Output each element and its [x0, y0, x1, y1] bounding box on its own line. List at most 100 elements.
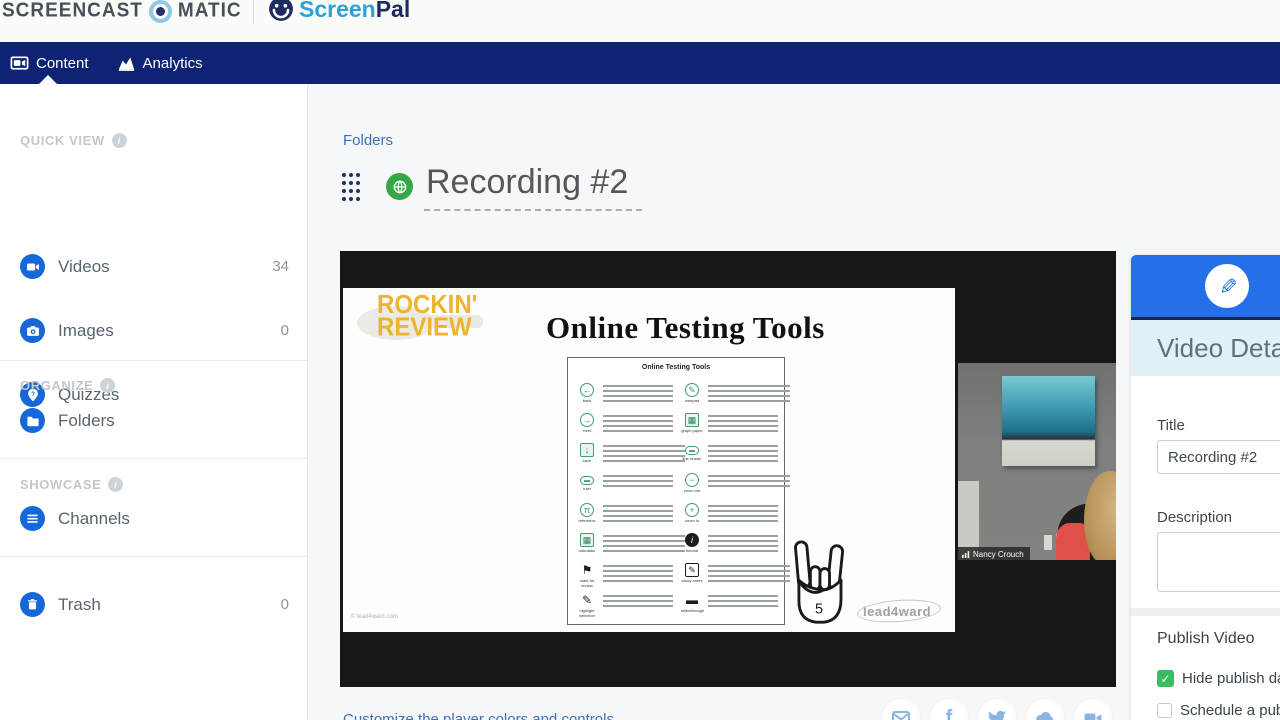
section-organize: ORGANIZE i	[20, 378, 116, 393]
breadcrumb-folders[interactable]: Folders	[343, 132, 393, 149]
schedule-publish-checkbox-row[interactable]: Schedule a publish	[1157, 702, 1280, 719]
email-icon[interactable]	[882, 699, 920, 720]
pen-icon: ✎	[581, 593, 593, 607]
tool-label: ruler	[582, 486, 591, 491]
facebook-icon[interactable]: f	[930, 699, 968, 720]
tool-label: tutorial	[685, 548, 698, 553]
tool-entry: i tutorial	[681, 530, 778, 560]
panel-details-card: Title Description	[1131, 376, 1280, 608]
rockin-review-logo: ROCKIN' REVIEW	[377, 290, 478, 342]
tool-description-lines	[708, 595, 778, 608]
tab-content-label: Content	[36, 54, 89, 72]
drag-handle[interactable]	[340, 171, 362, 203]
tool-entry: → next	[576, 410, 673, 440]
rock-hand-graphic: 5	[794, 540, 845, 624]
tool-entry: ▬ strikethrough	[681, 590, 778, 620]
save-box-icon: ↓	[580, 443, 594, 457]
video-icon	[20, 254, 45, 279]
signal-bars-icon	[962, 551, 970, 558]
sidebar-item-images[interactable]: Images 0	[0, 318, 307, 343]
zoom-out-icon: −	[685, 473, 699, 487]
tool-entry: ▦ graph paper	[681, 410, 778, 440]
sidebar-item-folders[interactable]: Folders	[0, 408, 307, 433]
note-square-icon: ✎	[685, 563, 699, 577]
tool-label: highlight selection	[579, 608, 595, 618]
main-navbar: Content Analytics	[0, 42, 1280, 84]
tool-entry: ▬ ruler	[576, 470, 673, 500]
slide-footnote: © lead4ward.com	[351, 614, 398, 620]
tab-analytics[interactable]: Analytics	[117, 54, 203, 73]
hide-publish-date-checkbox-row[interactable]: ✓ Hide publish date	[1157, 670, 1280, 687]
info-icon[interactable]: i	[111, 133, 127, 148]
tool-label: mark for review	[579, 578, 595, 588]
page-title[interactable]: Recording #2	[424, 163, 643, 211]
tool-description-lines	[708, 475, 791, 488]
share-icons-row: f	[882, 699, 1112, 720]
tool-label: save	[582, 458, 592, 463]
tool-entry: ▦ calculator	[576, 530, 686, 560]
tool-entry: + zoom in	[681, 500, 778, 530]
info-icon[interactable]: i	[100, 378, 116, 393]
publish-video-heading: Publish Video	[1157, 630, 1255, 647]
tool-description-lines	[603, 595, 673, 608]
panel-title: Video Details	[1157, 333, 1280, 363]
sidebar-item-videos[interactable]: Videos 34	[0, 254, 307, 279]
share-cloud-icon[interactable]	[1026, 699, 1064, 720]
folder-icon	[20, 408, 45, 433]
arrow-right-icon: →	[580, 413, 594, 427]
description-input[interactable]	[1157, 532, 1280, 592]
tool-description-lines	[603, 565, 673, 583]
screencast-wordmark-left: SCREENCAST	[2, 0, 143, 22]
edit-button[interactable]: ✎	[1205, 264, 1249, 308]
trash-icon	[20, 592, 45, 617]
tool-label: graph paper	[681, 428, 703, 433]
images-count: 0	[280, 322, 289, 339]
checkbox-checked-icon[interactable]: ✓	[1157, 670, 1174, 687]
tools-table-title: Online Testing Tools	[641, 364, 711, 371]
tool-label: strikethrough	[681, 608, 705, 613]
tool-label: sticky notes	[681, 578, 703, 583]
description-field-label: Description	[1157, 509, 1233, 526]
trash-count: 0	[280, 596, 289, 613]
section-quick-view: QUICK VIEW i	[20, 133, 127, 148]
tool-entry: ▬ line reader	[681, 440, 778, 470]
video-player[interactable]: ROCKIN' REVIEW Online Testing Tools Onli…	[340, 251, 1116, 687]
tab-content[interactable]: Content	[10, 54, 89, 73]
sidebar-item-trash[interactable]: Trash 0	[0, 592, 307, 617]
slide-title: Online Testing Tools	[546, 310, 825, 345]
tool-entry: π reference	[576, 500, 673, 530]
checkbox-unchecked-icon[interactable]	[1157, 703, 1172, 718]
svg-text:5: 5	[815, 602, 823, 618]
person-hair	[1084, 471, 1116, 560]
info-icon[interactable]: i	[108, 477, 124, 492]
tools-table: Online Testing Tools ← back → next ↓ save ▬ rul…	[567, 357, 791, 625]
app-root: SCREENCAST MATIC ScreenPal Content Analy…	[0, 0, 1280, 720]
screenpal-logo[interactable]: ScreenPal	[268, 0, 410, 25]
content-icon	[10, 55, 29, 70]
tool-label: back	[582, 398, 592, 403]
pencil-icon: ✎	[1215, 276, 1240, 296]
channels-icon	[20, 506, 45, 531]
tool-entry: − zoom out	[681, 470, 791, 500]
grid-box-icon: ▦	[580, 533, 594, 547]
tool-description-lines	[603, 445, 686, 463]
panel-blue-header: ✎	[1131, 255, 1280, 317]
sidebar-item-channels[interactable]: Channels	[0, 506, 307, 531]
arrow-left-icon: ←	[580, 383, 594, 397]
screencast-o-icon	[148, 0, 172, 23]
flag-icon: ⚑	[581, 563, 593, 577]
tool-label: zoom in	[684, 518, 699, 523]
screenpal-face-icon	[269, 0, 293, 21]
twitter-icon[interactable]	[978, 699, 1016, 720]
video-details-panel: ✎ Video Details Title Description Publis…	[1131, 255, 1280, 720]
tool-entry: ⚑ mark for review	[576, 560, 673, 590]
title-input[interactable]	[1157, 440, 1280, 474]
tool-description-lines	[603, 475, 673, 488]
slide-frame: ROCKIN' REVIEW Online Testing Tools Onli…	[343, 288, 955, 632]
screencast-o-matic-logo[interactable]: SCREENCAST MATIC	[2, 0, 242, 26]
customize-player-link[interactable]: Customize the player colors and controls	[343, 711, 614, 720]
video-share-icon[interactable]	[1074, 699, 1112, 720]
sidebar-divider	[0, 458, 307, 459]
tool-label: notepad	[684, 398, 700, 403]
tool-description-lines	[708, 445, 778, 463]
